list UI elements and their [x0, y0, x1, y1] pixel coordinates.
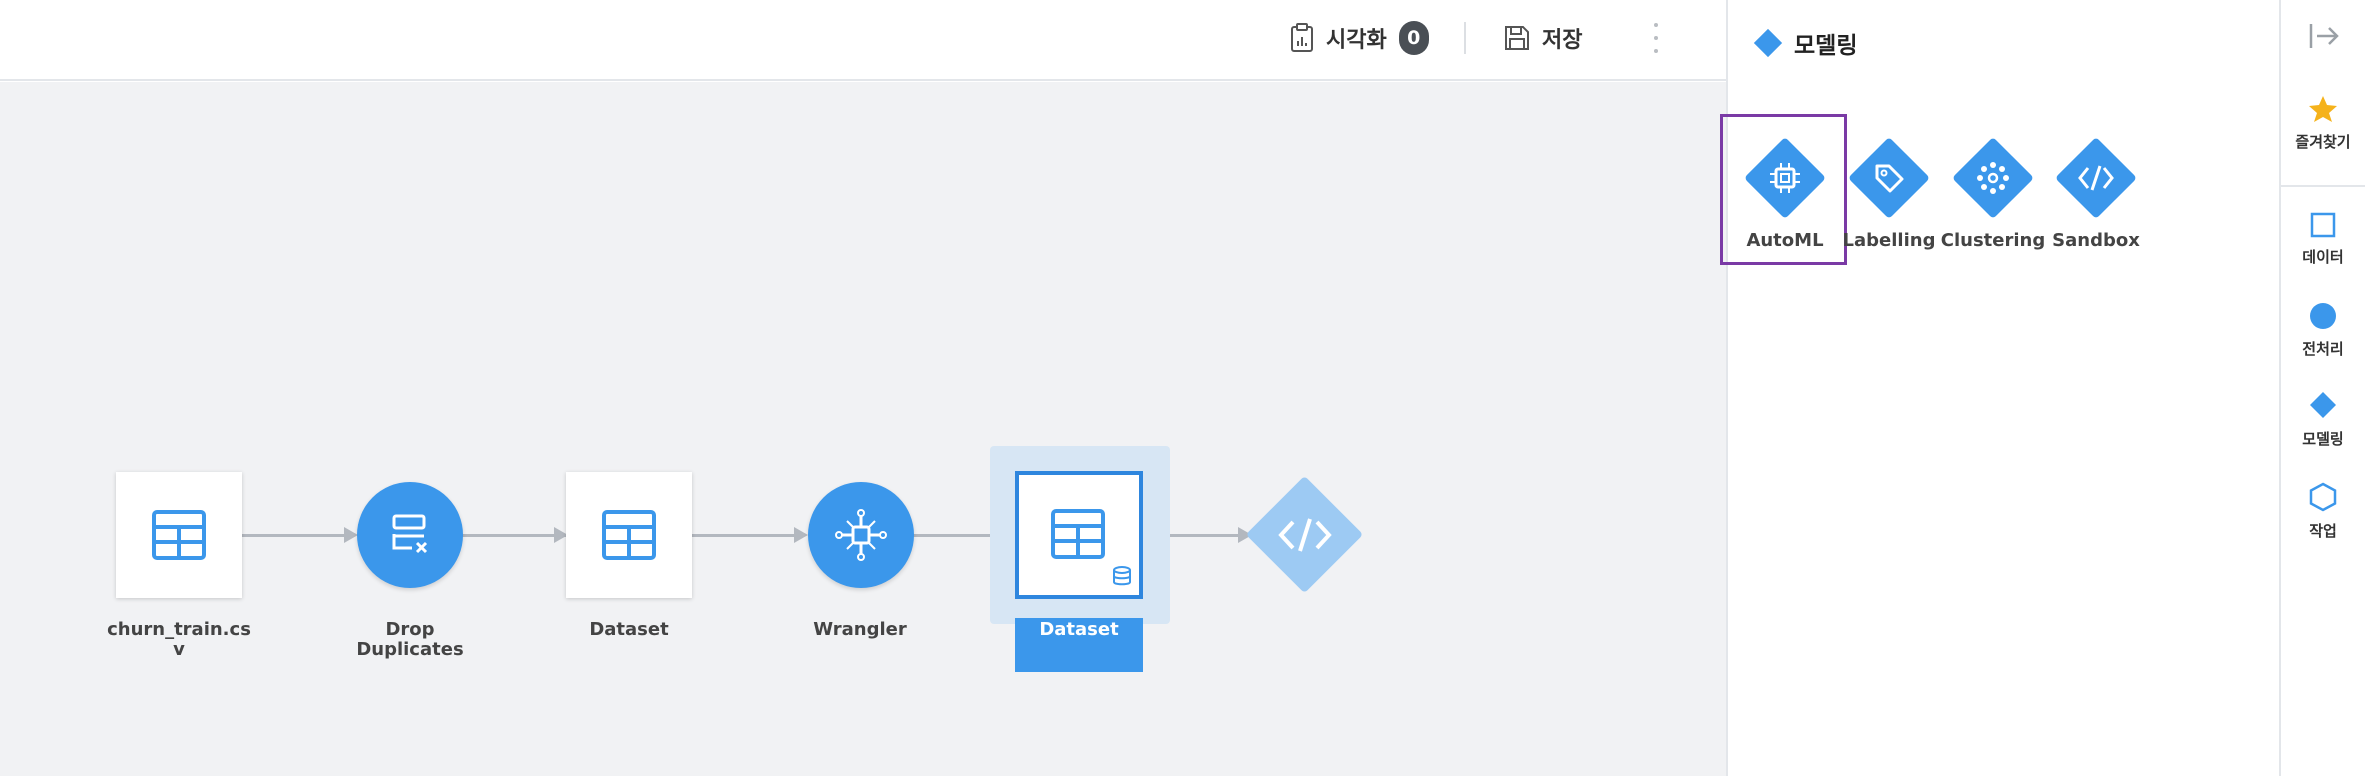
node-drop-duplicates[interactable] [357, 482, 463, 588]
tool-automl[interactable]: AutoML [1735, 136, 1835, 251]
clipboard-chart-icon [1291, 23, 1313, 52]
rail-item-data[interactable]: 데이터 [2281, 212, 2365, 267]
node-dataset[interactable] [566, 472, 692, 598]
rail-item-preprocessing[interactable]: 전처리 [2281, 302, 2365, 359]
diamond-icon [2310, 392, 2336, 418]
node-churn-train[interactable] [116, 472, 242, 598]
save-label: 저장 [1542, 28, 1583, 53]
star-icon [2309, 96, 2337, 122]
save-icon [1505, 26, 1529, 50]
node-dataset-selected[interactable] [1015, 471, 1143, 599]
save-button[interactable]: 저장 [1504, 20, 1582, 56]
tool-tile [2054, 136, 2138, 220]
table-icon [1051, 509, 1105, 559]
code-icon [1278, 518, 1332, 552]
tool-label: Sandbox [2052, 230, 2140, 251]
tool-tile [1743, 136, 1827, 220]
edge-arrow-icon [794, 527, 808, 543]
square-icon [2310, 212, 2336, 238]
tool-label: AutoML [1746, 230, 1824, 251]
pipeline-edge [692, 534, 798, 537]
edge-arrow-icon [344, 527, 358, 543]
node-label: Dataset [589, 619, 669, 640]
clustering-icon [1977, 162, 2009, 194]
wrangler-icon [835, 509, 887, 561]
rail-item-label: 즐겨찾기 [2295, 133, 2351, 151]
diamond-icon [1753, 28, 1783, 58]
tool-labelling[interactable]: Labelling [1839, 136, 1939, 251]
tool-tile [1847, 136, 1931, 220]
rail-item-label: 작업 [2309, 522, 2337, 540]
rail-item-label: 전처리 [2302, 340, 2344, 358]
circle-icon [2310, 303, 2336, 329]
visualize-label: 시각화 [1326, 28, 1387, 53]
rail-divider [2281, 185, 2365, 187]
panel-title: 모델링 [1753, 26, 1858, 60]
rail-item-label: 데이터 [2302, 248, 2344, 266]
drop-duplicates-icon [392, 514, 428, 554]
code-icon [2078, 165, 2114, 191]
node-wrangler[interactable] [808, 482, 914, 588]
tool-sandbox[interactable]: Sandbox [2046, 136, 2146, 251]
selected-node-label: Dataset [1015, 618, 1143, 672]
pipeline-edge [242, 534, 346, 537]
hexagon-icon [2309, 482, 2337, 512]
node-label: Wrangler [813, 619, 907, 640]
rail-item-jobs[interactable]: 작업 [2281, 482, 2365, 541]
rail-item-modeling[interactable]: 모델링 [2281, 390, 2365, 449]
visualize-count-badge: 0 [1398, 21, 1429, 55]
toolbar-divider [1464, 22, 1466, 54]
tool-label: Clustering [1940, 230, 2046, 251]
more-options-icon[interactable] [1646, 20, 1666, 56]
table-icon [152, 510, 206, 560]
collapse-panel-icon[interactable] [2308, 22, 2340, 50]
tool-tile [1951, 136, 2035, 220]
node-label: Drop Duplicates [356, 619, 464, 660]
pipeline-edge [460, 534, 566, 537]
table-icon [602, 510, 656, 560]
chip-icon [1770, 163, 1800, 193]
top-toolbar: 시각화 0 저장 [0, 0, 1726, 81]
pipeline-canvas[interactable] [0, 82, 1726, 776]
rail-item-favorites[interactable]: 즐겨찾기 [2281, 95, 2365, 152]
node-label: churn_train.cs v [107, 619, 251, 660]
rail-item-label: 모델링 [2302, 430, 2344, 448]
visualize-button[interactable]: 시각화 0 [1290, 20, 1429, 56]
tag-icon [1875, 164, 1904, 193]
tool-label: Labelling [1842, 230, 1936, 251]
app-root: 시각화 0 저장 churn_train.cs v Drop Duplicate… [0, 0, 2365, 776]
panel-title-text: 모델링 [1794, 33, 1858, 59]
database-icon [1110, 564, 1134, 588]
tool-clustering[interactable]: Clustering [1940, 136, 2046, 251]
